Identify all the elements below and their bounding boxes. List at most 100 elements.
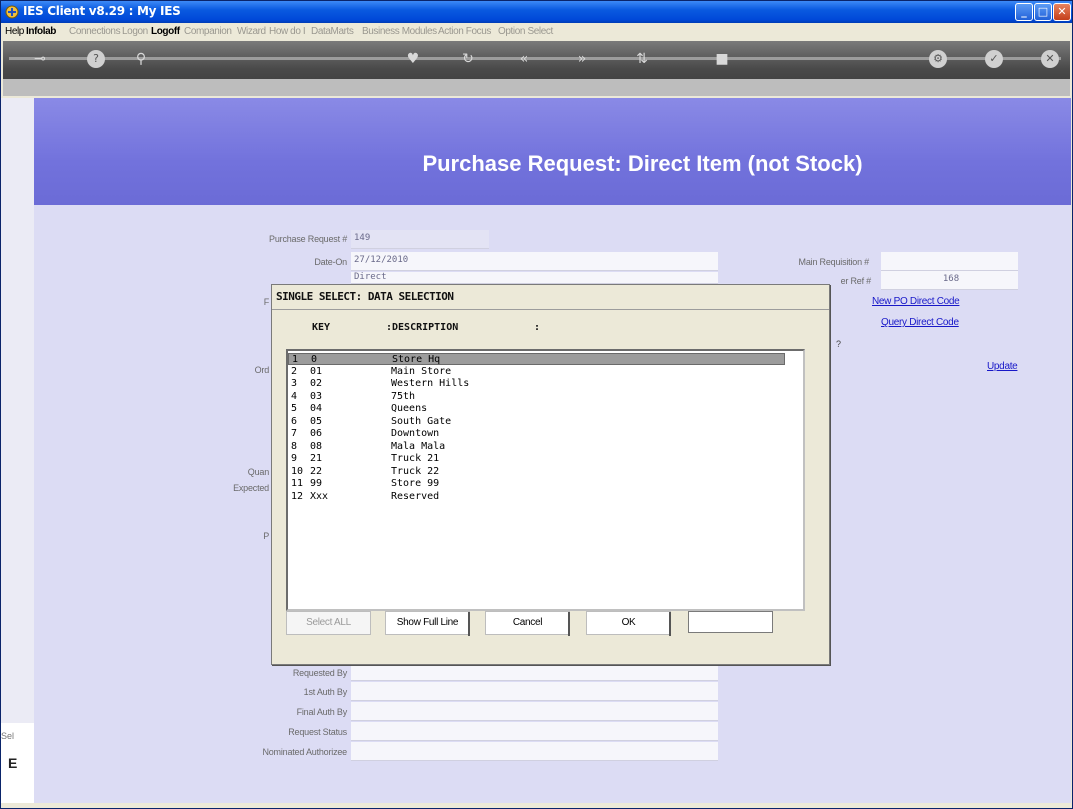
settings-icon[interactable]: ⚙ — [929, 50, 947, 68]
menu-business-modules[interactable]: Business Modules — [362, 26, 437, 37]
final-auth-field[interactable] — [351, 702, 718, 721]
heart-icon[interactable]: ♥ — [402, 48, 424, 70]
row-key: 05 — [310, 415, 323, 427]
row-key: 99 — [310, 478, 323, 489]
side-stub-bottom: E — [8, 755, 18, 771]
row-description: Main Store — [391, 365, 452, 377]
side-stub-top: Sel — [1, 731, 15, 741]
first-auth-field[interactable] — [351, 682, 718, 701]
row-description: Western Hills — [391, 378, 470, 389]
data-selection-dialog: SINGLE SELECT: DATA SELECTION KEY :DESCR… — [271, 284, 830, 665]
select-all-button[interactable]: Select ALL — [286, 611, 371, 635]
forward-icon[interactable]: » — [571, 48, 593, 70]
nominated-authorizee-field[interactable] — [351, 742, 718, 761]
type-field[interactable]: Direct — [351, 272, 718, 284]
bottom-strip — [3, 803, 1070, 808]
row-key: 22 — [310, 465, 323, 477]
stop-icon[interactable]: ■ — [711, 48, 733, 70]
menu-how-do-i[interactable]: How do I — [269, 26, 306, 37]
button-edge — [468, 612, 470, 636]
title-bar[interactable]: IES Client v8.29 : My IES _ □ ✕ — [1, 1, 1072, 23]
selection-list[interactable]: 1 0 Store Hq 2 01 Main Store 3 02 Western Hills 4… — [286, 349, 805, 611]
row-number: 11 — [291, 478, 304, 489]
menu-logoff[interactable]: Logoff — [151, 26, 180, 37]
show-full-line-label: Show Full Line — [396, 617, 459, 628]
query-direct-code-link[interactable]: Query Direct Code — [881, 317, 959, 328]
list-item[interactable]: 4 03 75th — [288, 391, 785, 403]
close-icon[interactable]: ✕ — [1041, 50, 1059, 68]
request-status-field[interactable] — [351, 722, 718, 741]
close-window-icon[interactable]: ✕ — [1053, 3, 1071, 21]
row-number: 10 — [291, 465, 304, 477]
expected-label: Expected — [233, 483, 269, 493]
column-key-header: KEY — [312, 322, 331, 333]
back-icon[interactable]: « — [513, 48, 535, 70]
refresh-icon[interactable]: ↻ — [457, 48, 479, 70]
search-icon[interactable]: ⚲ — [130, 48, 152, 70]
toolbar-lower-bar — [3, 79, 1070, 96]
menu-logon[interactable]: Logon — [122, 26, 148, 37]
menu-option-select[interactable]: Option Select — [498, 26, 553, 37]
update-link[interactable]: Update — [987, 361, 1018, 372]
dialog-separator — [272, 309, 829, 310]
p-label: P — [263, 531, 269, 541]
other-ref-field[interactable]: 168 — [881, 271, 1018, 290]
ok-button[interactable]: OK — [586, 611, 671, 636]
row-key: 04 — [310, 403, 323, 414]
side-stub: Sel E — [1, 723, 34, 803]
row-description: Mala Mala — [391, 440, 446, 452]
column-description-header: :DESCRIPTION — [386, 322, 459, 333]
check-icon[interactable]: ✓ — [985, 50, 1003, 68]
date-on-field[interactable]: 27/12/2010 — [351, 252, 718, 271]
list-item[interactable]: 6 05 South Gate — [288, 416, 785, 428]
row-description: 75th — [391, 390, 416, 402]
row-description: Store 99 — [391, 478, 440, 489]
row-number: 12 — [291, 490, 304, 502]
dialog-search-input[interactable] — [688, 611, 773, 633]
show-full-line-button[interactable]: Show Full Line — [385, 611, 470, 636]
list-item[interactable]: 10 22 Truck 22 — [288, 466, 785, 478]
request-status-label: Request Status — [288, 727, 347, 737]
menu-wizard[interactable]: Wizard — [237, 26, 266, 37]
list-item[interactable]: 5 04 Queens — [288, 403, 785, 415]
list-item[interactable]: 7 06 Downtown — [288, 428, 785, 440]
menu-action-focus[interactable]: Action Focus — [438, 26, 491, 37]
menu-connections[interactable]: Connections — [69, 26, 121, 37]
ord-label: Ord — [254, 365, 270, 375]
list-item[interactable]: 11 99 Store 99 — [288, 478, 785, 490]
maximize-icon[interactable]: □ — [1034, 3, 1052, 21]
menu-infolab[interactable]: Infolab — [26, 26, 56, 37]
row-key: 06 — [310, 428, 323, 439]
menu-help[interactable]: Help — [5, 26, 24, 37]
key-icon[interactable]: ⊸ — [29, 48, 51, 70]
main-requisition-label: Main Requisition # — [798, 257, 870, 267]
quan-label: Quan — [247, 467, 269, 477]
row-number: 6 — [291, 415, 298, 427]
page-banner: Purchase Request: Direct Item (not Stock… — [34, 98, 1071, 205]
row-number: 9 — [291, 453, 298, 464]
requested-by-field[interactable] — [351, 663, 718, 681]
list-item[interactable]: 8 08 Mala Mala — [288, 441, 785, 453]
row-key: 0 — [311, 354, 318, 365]
list-item[interactable]: 12 Xxx Reserved — [288, 491, 785, 503]
list-item[interactable]: 9 21 Truck 21 — [288, 453, 785, 465]
menu-datamarts[interactable]: DataMarts — [311, 26, 354, 37]
help-icon[interactable]: ? — [87, 50, 105, 68]
row-number: 1 — [292, 354, 299, 365]
column-separator-header: : — [534, 322, 541, 333]
menu-bar: Help Infolab Connections Logon Logoff Co… — [1, 23, 1072, 40]
menu-companion[interactable]: Companion — [184, 26, 232, 37]
row-description: Truck 22 — [391, 465, 440, 477]
row-number: 5 — [291, 403, 298, 414]
main-requisition-field[interactable] — [881, 252, 1018, 271]
nav-icon[interactable]: ⇅ — [631, 48, 653, 70]
final-auth-label: Final Auth By — [296, 707, 348, 717]
purchase-request-field[interactable]: 149 — [351, 230, 489, 249]
minimize-icon[interactable]: _ — [1015, 3, 1033, 21]
new-po-direct-code-link[interactable]: New PO Direct Code — [872, 296, 960, 307]
requested-by-label: Requested By — [292, 668, 347, 678]
list-item[interactable]: 1 0 Store Hq — [288, 353, 785, 365]
list-item[interactable]: 3 02 Western Hills — [288, 378, 785, 390]
list-item[interactable]: 2 01 Main Store — [288, 366, 785, 378]
cancel-button[interactable]: Cancel — [485, 611, 570, 636]
